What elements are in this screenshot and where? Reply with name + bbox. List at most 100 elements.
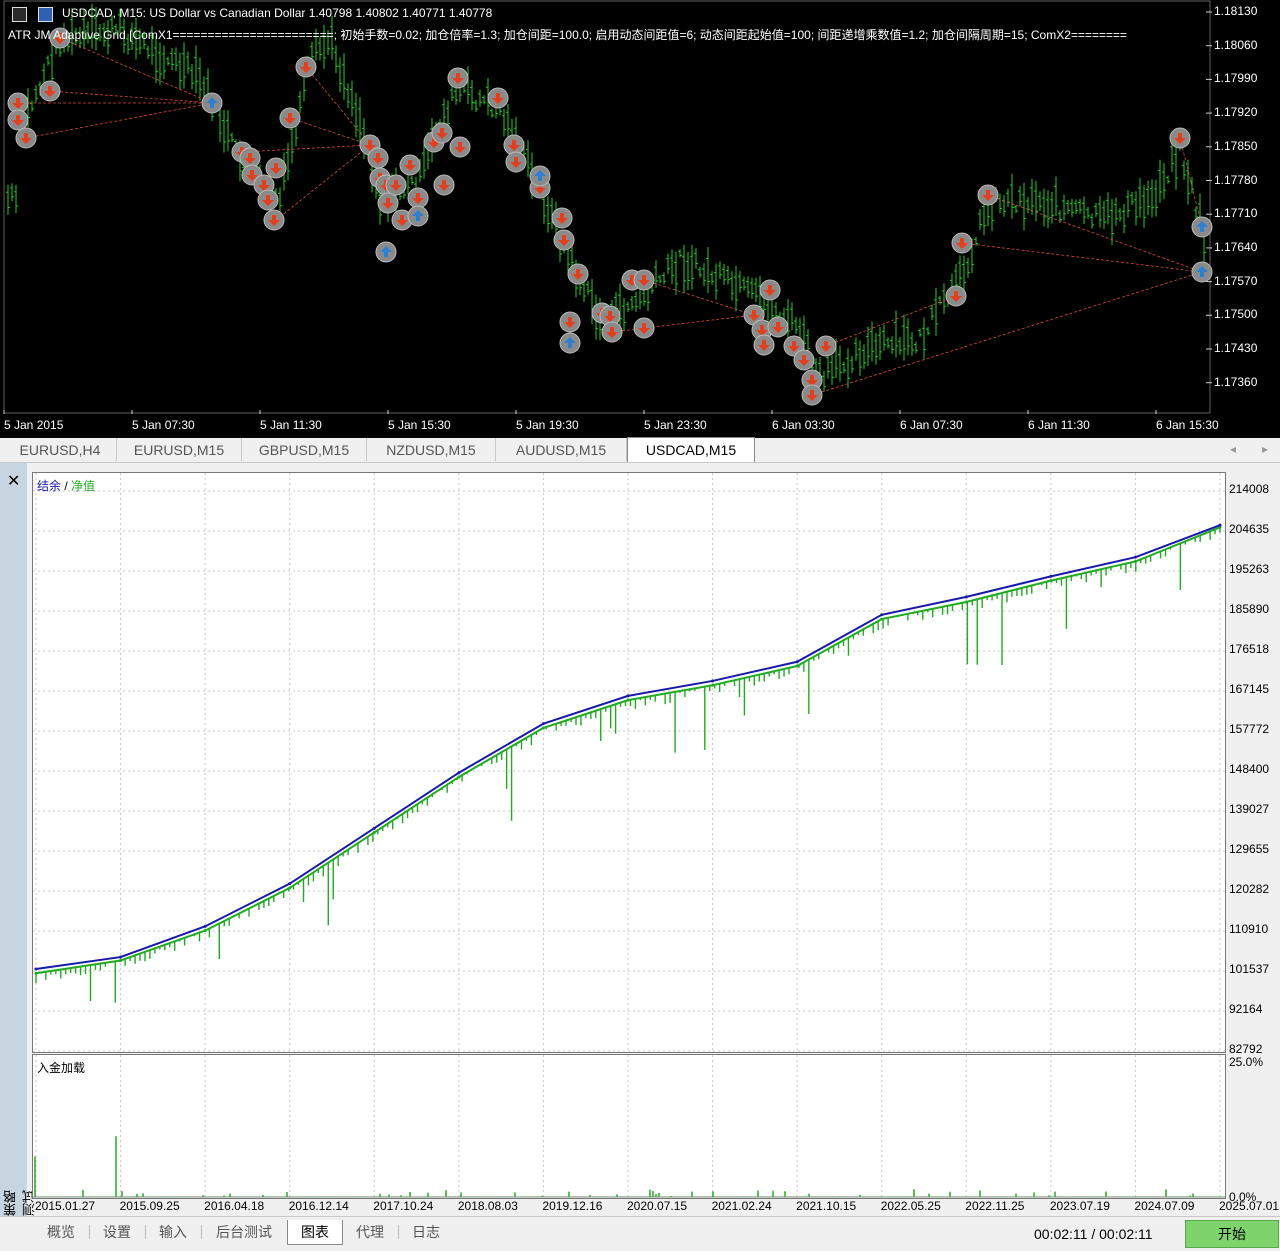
equity-y-tick-label: 92164 — [1229, 1002, 1263, 1016]
tabs-prev-icon[interactable]: ◂ — [1230, 442, 1236, 456]
price-bar — [1070, 198, 1074, 217]
price-bar — [898, 336, 902, 355]
trade-connector-line — [275, 144, 371, 221]
balance-point — [880, 613, 884, 617]
equity-y-tick-label: 101537 — [1229, 962, 1270, 976]
price-bar — [1002, 195, 1006, 217]
equity-y-tick-label: 129655 — [1229, 842, 1270, 856]
price-chart[interactable]: USDCAD, M15: US Dollar vs Canadian Dolla… — [0, 0, 1280, 438]
price-bar — [930, 304, 934, 321]
date-tick-label: 2019.12.16 — [542, 1199, 603, 1213]
buy-arrow-icon — [559, 332, 581, 354]
price-bar — [926, 326, 930, 336]
tab-nzdusd-m15[interactable]: NZDUSD,M15 — [367, 438, 496, 461]
price-bar — [658, 275, 662, 284]
price-bar — [1098, 196, 1102, 228]
price-bar — [1150, 179, 1154, 218]
price-bar — [46, 55, 50, 66]
price-bar — [786, 298, 790, 342]
balance-equity-chart[interactable]: 结余 / 净值 — [32, 472, 1226, 1053]
sell-arrow-icon — [951, 232, 973, 254]
price-bar — [470, 80, 474, 111]
trade-connector-line — [289, 117, 371, 146]
price-bar — [902, 314, 906, 361]
price-bar — [618, 283, 622, 331]
sell-arrow-icon — [257, 189, 279, 211]
tab-audusd-m15[interactable]: AUDUSD,M15 — [496, 438, 627, 461]
price-bar — [186, 51, 190, 74]
trade-connector-line — [643, 279, 755, 316]
chart-menu-icon[interactable] — [12, 7, 27, 22]
price-bar — [1086, 206, 1090, 219]
price-bar — [1186, 159, 1190, 205]
trade-connector-line — [611, 314, 755, 333]
close-icon[interactable]: ✕ — [7, 471, 20, 491]
price-bar — [194, 45, 198, 94]
tab-backtest[interactable]: 后台测试 — [202, 1220, 286, 1244]
price-bar — [1050, 191, 1054, 224]
start-button[interactable]: 开始 — [1185, 1220, 1279, 1248]
price-bar — [738, 270, 742, 293]
price-tick-label: 1.17990 — [1214, 71, 1258, 86]
balance-point — [711, 679, 715, 683]
tab-graph[interactable]: 图表 — [287, 1220, 343, 1245]
price-bar — [1078, 198, 1082, 214]
date-tick-label: 2024.07.09 — [1134, 1199, 1195, 1213]
time-tick-label: 5 Jan 15:30 — [388, 418, 451, 432]
date-tick-label: 2021.02.24 — [711, 1199, 772, 1213]
tab-eurusd-h4[interactable]: EURUSD,H4 — [4, 438, 117, 461]
ea-icon[interactable] — [38, 7, 53, 22]
price-bar — [722, 263, 726, 285]
tab-agents[interactable]: 代理 — [343, 1220, 397, 1244]
tab-gbpusd-m15[interactable]: GBPUSD,M15 — [242, 438, 367, 461]
price-chart-canvas[interactable] — [0, 0, 1280, 438]
price-tick-label: 1.17500 — [1214, 307, 1258, 322]
equity-point — [288, 886, 292, 890]
tab-journal[interactable]: 日志 — [399, 1220, 453, 1244]
price-bar — [222, 109, 226, 153]
equity-point — [880, 617, 884, 621]
equity-point — [1049, 579, 1053, 583]
chart-title: USDCAD, M15: US Dollar vs Canadian Dolla… — [62, 6, 493, 20]
equity-point — [1133, 559, 1137, 563]
price-bar — [918, 328, 922, 337]
price-bar — [6, 184, 10, 216]
date-tick-label: 2022.05.25 — [880, 1199, 941, 1213]
price-bar — [1014, 204, 1018, 214]
price-bar — [286, 142, 290, 181]
buy-arrow-icon — [375, 241, 397, 263]
price-bar — [718, 261, 722, 280]
price-bar — [962, 255, 966, 292]
tabs-next-icon[interactable]: ▸ — [1262, 442, 1268, 456]
price-bar — [1030, 178, 1034, 215]
tab-inputs[interactable]: 输入 — [146, 1220, 200, 1244]
price-bar — [1066, 199, 1070, 214]
date-tick-label: 2017.10.24 — [373, 1199, 434, 1213]
equity-point — [119, 958, 123, 962]
sell-arrow-icon — [633, 269, 655, 291]
balance-equity-canvas — [33, 473, 1225, 1052]
tab-overview[interactable]: 概览 — [34, 1220, 88, 1244]
price-bar — [862, 344, 866, 369]
sell-arrow-icon — [265, 157, 287, 179]
price-bar — [422, 144, 426, 179]
sell-arrow-icon — [295, 56, 317, 78]
balance-point — [372, 826, 376, 830]
price-bar — [894, 310, 898, 358]
tab-usdcad-m15[interactable]: USDCAD,M15 — [627, 437, 755, 462]
sell-arrow-icon — [377, 192, 399, 214]
price-bar — [938, 295, 942, 305]
price-bar — [1042, 188, 1046, 227]
ea-parameters: ATR JM Adaptive Grid [ComX1=============… — [8, 28, 1127, 42]
price-bar — [278, 187, 282, 212]
tab-settings[interactable]: 设置 — [90, 1220, 144, 1244]
equity-y-tick-label: 110910 — [1229, 922, 1269, 936]
date-tick-label: 2015.09.25 — [119, 1199, 180, 1213]
price-bar — [346, 83, 350, 109]
sell-arrow-icon — [39, 80, 61, 102]
deposit-load-chart[interactable]: 入金加载 — [32, 1054, 1226, 1199]
price-bar — [170, 47, 174, 71]
tab-eurusd-m15[interactable]: EURUSD,M15 — [117, 438, 242, 461]
price-bar — [174, 47, 178, 72]
price-bar — [354, 92, 358, 138]
